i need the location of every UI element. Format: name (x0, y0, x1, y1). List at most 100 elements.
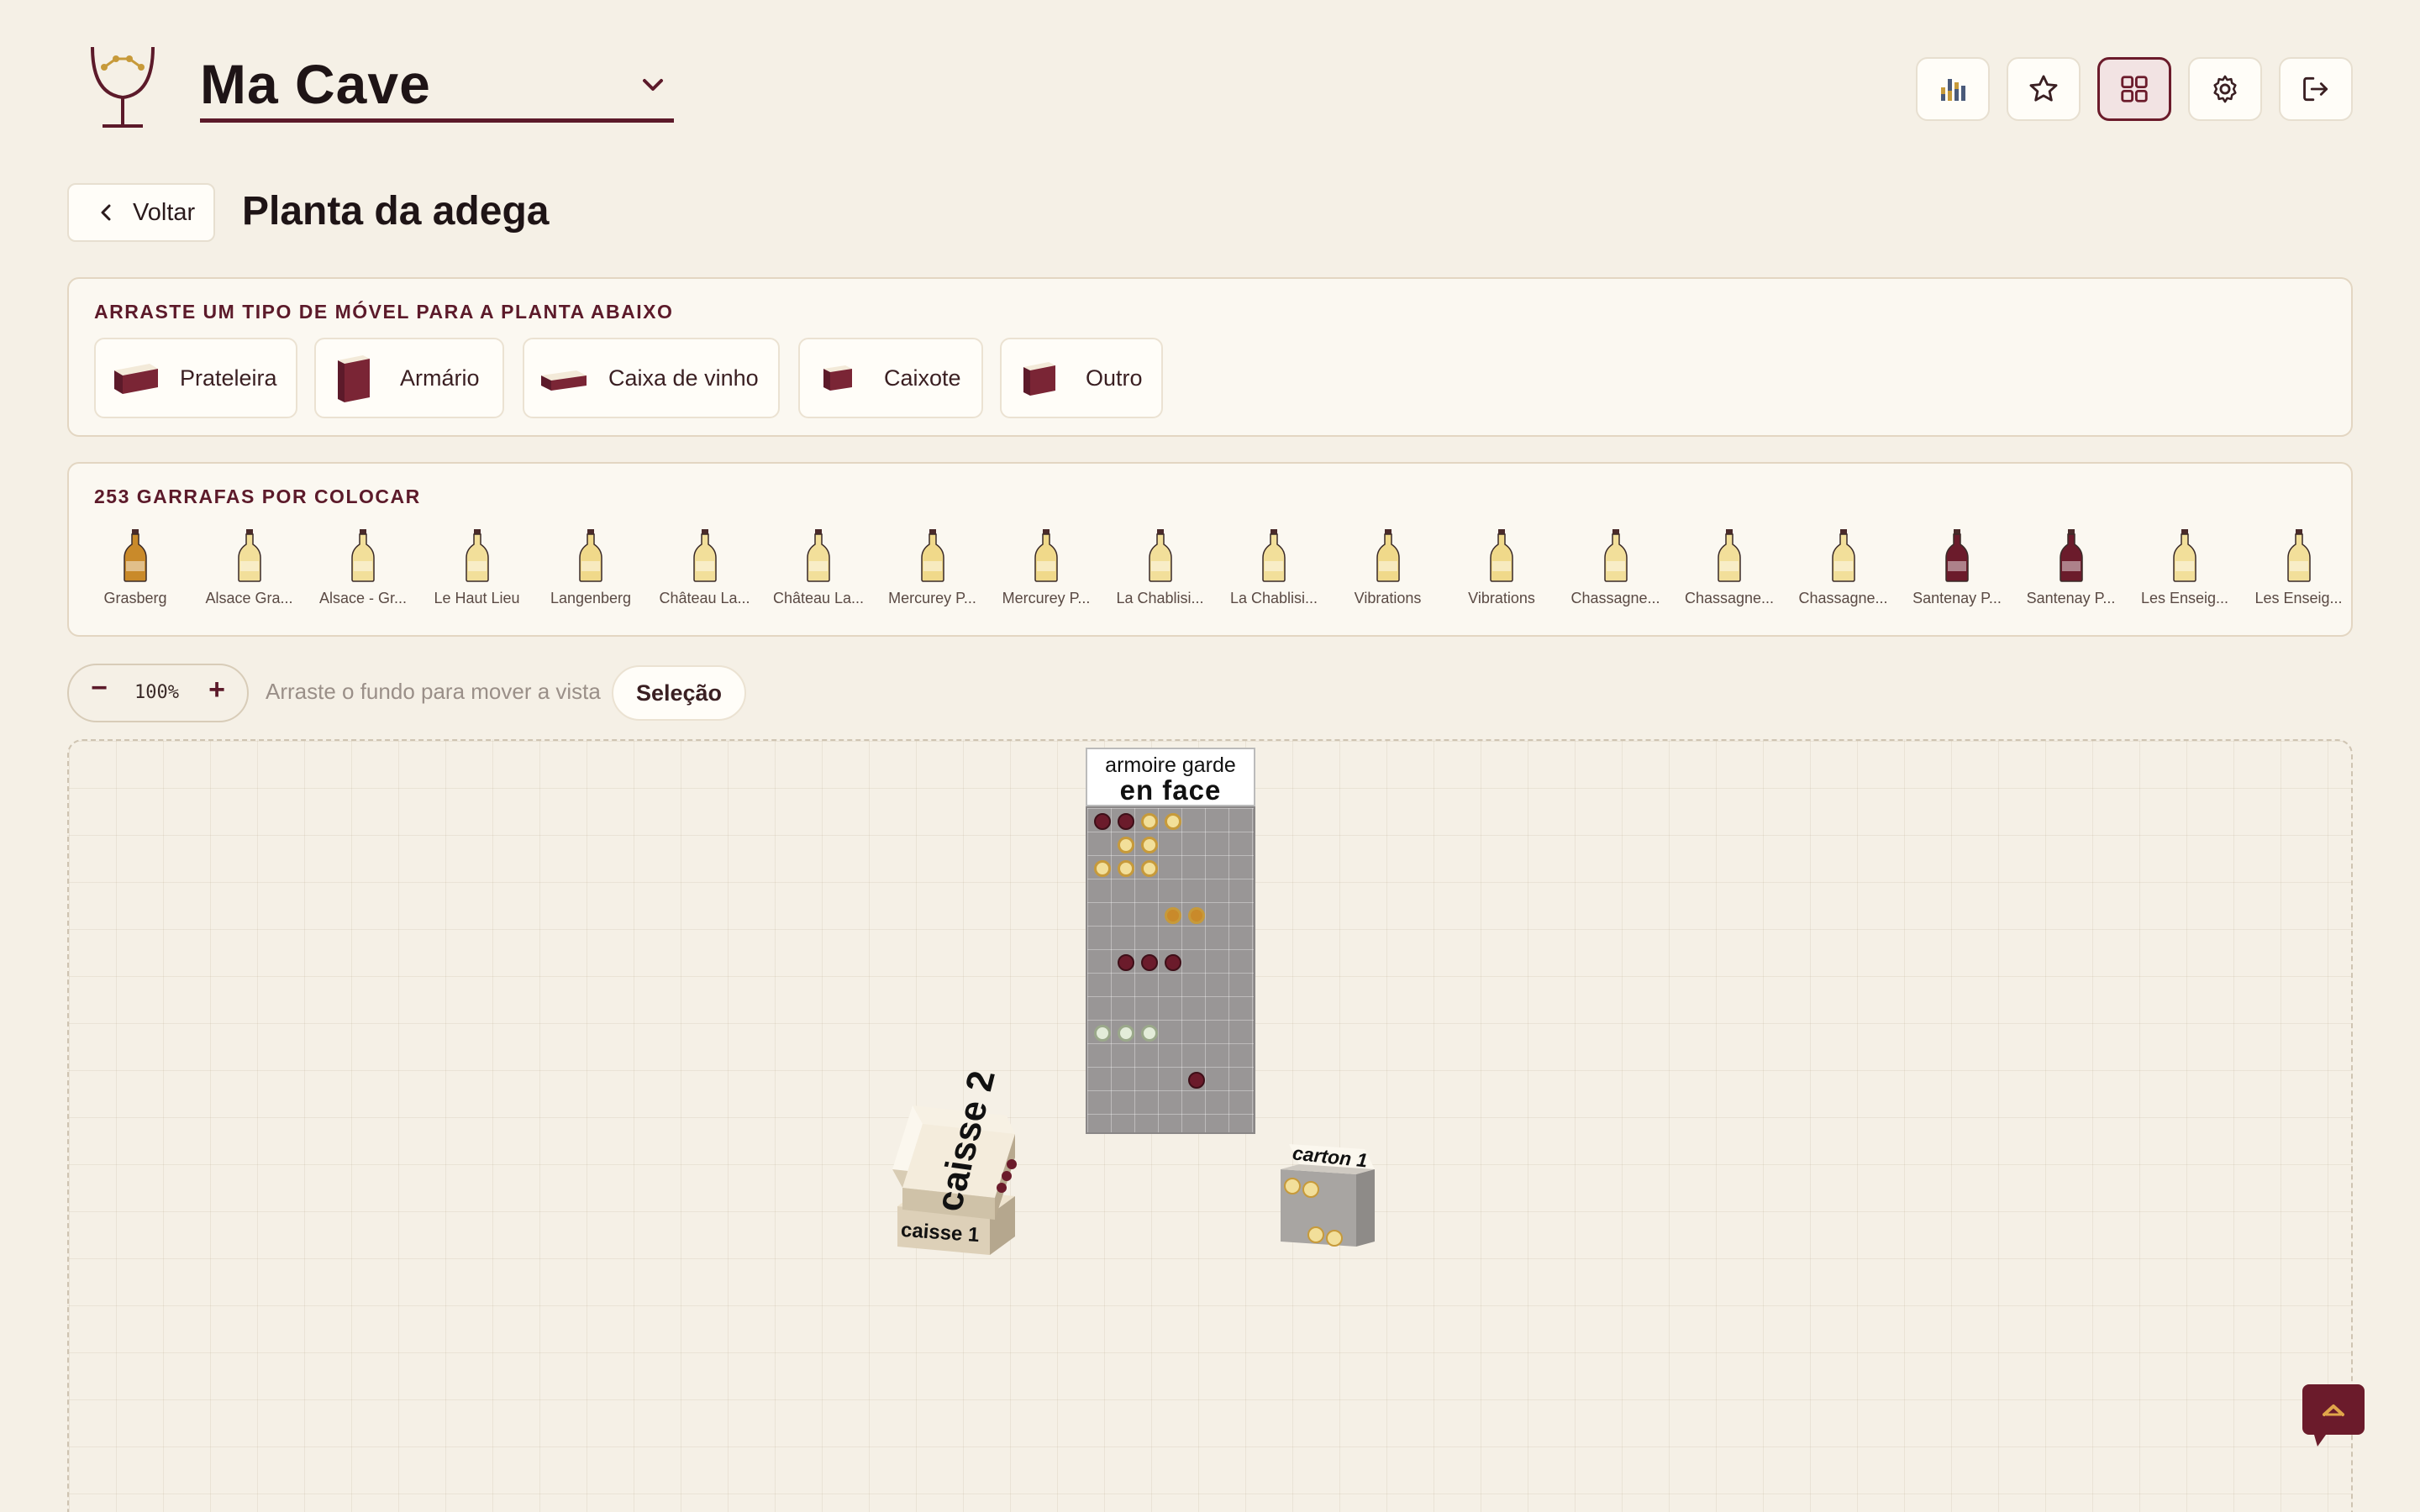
armoire-bottle-slot[interactable] (1141, 954, 1158, 971)
armoire-bottle-slot[interactable] (1094, 860, 1111, 877)
furniture-crate-label: Caixote (884, 365, 961, 391)
furniture-wine-box-button[interactable]: Caixa de vinho (523, 338, 780, 418)
bottle-item[interactable]: Santenay P... (2017, 528, 2126, 607)
bottle-item[interactable]: La Chablisi... (1219, 528, 1328, 607)
armoire-bottle-slot[interactable] (1094, 1025, 1111, 1042)
bottle-name: Les Enseig... (2140, 590, 2229, 606)
bottle-item[interactable]: Château La... (650, 528, 760, 607)
bottle-icon (1148, 529, 1172, 582)
other-furniture-icon (1023, 362, 1055, 396)
bottle-item[interactable]: Vibrations (1447, 528, 1556, 607)
cellar-selector[interactable]: Ma Cave (200, 52, 674, 123)
bottle-name: Mercurey P... (1002, 590, 1091, 606)
plan-view-button[interactable] (2097, 57, 2171, 121)
bottle-name: Langenberg (550, 590, 632, 606)
bottle-item[interactable]: Chassagne... (1561, 528, 1670, 607)
bottle-item[interactable]: Château La... (764, 528, 873, 607)
bottle-item[interactable]: Alsace - Gr... (308, 528, 418, 607)
bottle-icon (351, 529, 375, 582)
page-title: Planta da adega (242, 189, 550, 234)
armoire-bottle-slot[interactable] (1165, 954, 1181, 971)
furniture-other-label: Outro (1086, 365, 1143, 391)
bottle-item[interactable]: Chassagne... (1675, 528, 1784, 607)
bottle-item[interactable]: Alsace Gra... (195, 528, 304, 607)
bottle-item[interactable]: Mercurey P... (878, 528, 987, 607)
pan-hint: Arraste o fundo para mover a vista (266, 679, 601, 704)
armoire-bottle-slot[interactable] (1118, 954, 1134, 971)
selection-button[interactable]: Seleção (612, 665, 746, 721)
bottle-name: Mercurey P... (888, 590, 976, 606)
armoire-bottle-slot[interactable] (1141, 1025, 1158, 1042)
armoire-bottle-slot[interactable] (1165, 813, 1181, 830)
furniture-cabinet-button[interactable]: Armário (314, 338, 504, 418)
bottle-icon (237, 529, 261, 582)
furniture-armoire[interactable]: armoire garde en face (1086, 748, 1255, 1134)
bottle-item[interactable]: Vibrations (1334, 528, 1443, 607)
bottle-item[interactable]: Les Enseig... (2130, 528, 2239, 607)
armoire-bottle-slot[interactable] (1141, 813, 1158, 830)
armoire-bottle-slot[interactable] (1118, 837, 1134, 853)
feedback-chat-button[interactable] (2302, 1384, 2365, 1446)
armoire-bottle-slot[interactable] (1188, 1072, 1205, 1089)
furniture-caisse-stack[interactable] (889, 1080, 1107, 1282)
settings-button[interactable] (2188, 57, 2262, 121)
furniture-crate-button[interactable]: Caixote (798, 338, 983, 418)
bottle-item[interactable]: Grasberg (81, 528, 190, 607)
armoire-bottle-slot[interactable] (1118, 813, 1134, 830)
zoom-in-button[interactable]: + (200, 674, 234, 706)
back-label: Voltar (133, 198, 196, 226)
bottle-item[interactable]: Le Haut Lieu (423, 528, 532, 607)
wine-box-icon (541, 370, 587, 391)
armoire-bottle-slot[interactable] (1141, 860, 1158, 877)
bottle-item[interactable]: Chassagne... (1789, 528, 1898, 607)
bottle-icon (2173, 529, 2196, 582)
bottle-icon (579, 529, 602, 582)
zoom-out-button[interactable]: − (82, 672, 116, 705)
shelf-icon (114, 364, 158, 394)
stats-icon (1941, 79, 1965, 101)
bottle-item[interactable]: Mercurey P... (992, 528, 1101, 607)
bottle-icon (124, 529, 147, 582)
bottle-name: Vibrations (1468, 590, 1535, 606)
cabinet-icon (338, 355, 370, 402)
logout-button[interactable] (2279, 57, 2353, 121)
armoire-bottle-slot[interactable] (1118, 1025, 1134, 1042)
bottle-name: Chassagne... (1798, 590, 1888, 606)
favorites-button[interactable] (2007, 57, 2081, 121)
bottle-name: Grasberg (103, 590, 167, 606)
armoire-bottle-slot[interactable] (1094, 813, 1111, 830)
armoire-slot-grid[interactable] (1086, 806, 1255, 1134)
logout-icon (2303, 76, 2328, 102)
bottle-item[interactable]: Les Enseig... (2244, 528, 2354, 607)
stats-button[interactable] (1916, 57, 1990, 121)
bottle-item[interactable]: Langenberg (536, 528, 645, 607)
bottle-name: Santenay P... (1912, 590, 2002, 606)
gear-icon (2213, 75, 2237, 103)
grid-icon (2121, 76, 2148, 102)
star-icon (2029, 75, 2058, 102)
header: Ma Cave (0, 0, 2420, 168)
furniture-panel-label: ARRASTE UM TIPO DE MÓVEL PARA A PLANTA A… (94, 301, 674, 323)
furniture-panel: ARRASTE UM TIPO DE MÓVEL PARA A PLANTA A… (67, 277, 2353, 437)
furniture-wine-box-label: Caixa de vinho (608, 365, 759, 391)
bottle-item[interactable]: La Chablisi... (1106, 528, 1215, 607)
bottle-icon (1034, 529, 1058, 582)
back-button[interactable]: Voltar (67, 183, 215, 242)
armoire-bottle-slot[interactable] (1188, 907, 1205, 924)
bottle-icon (1376, 529, 1400, 582)
bottle-item[interactable]: Santenay P... (1902, 528, 2012, 607)
armoire-bottle-slot[interactable] (1165, 907, 1181, 924)
bottle-icon (1718, 529, 1741, 582)
armoire-bottle-slot[interactable] (1141, 837, 1158, 853)
cellar-plan-canvas[interactable]: armoire garde en face caisse 2 caisse 1 … (67, 739, 2353, 1512)
furniture-shelf-button[interactable]: Prateleira (94, 338, 297, 418)
cellar-title: Ma Cave (200, 53, 431, 115)
armoire-bottle-slot[interactable] (1118, 860, 1134, 877)
bottle-name: La Chablisi... (1116, 590, 1204, 606)
bottle-icon (692, 529, 717, 582)
bottle-icon (2059, 529, 2083, 582)
furniture-other-button[interactable]: Outro (1000, 338, 1163, 418)
bottle-name: Alsace - Gr... (318, 590, 408, 606)
zoom-level: 100% (134, 682, 179, 703)
bottle-name: Château La... (772, 590, 865, 606)
